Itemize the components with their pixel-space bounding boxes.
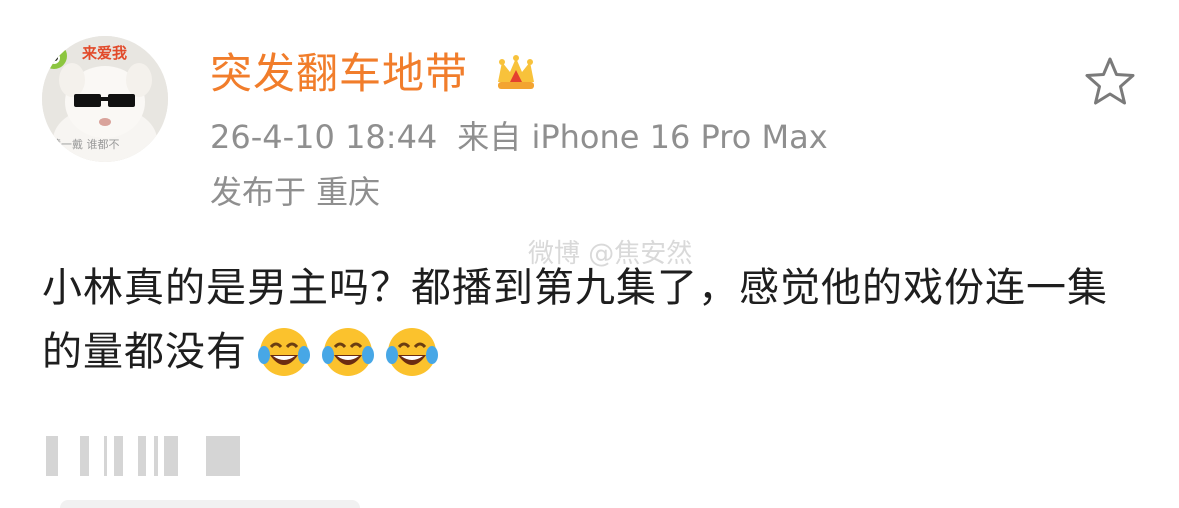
post-source: 来自 iPhone 16 Pro Max — [457, 118, 828, 156]
post-content: 小林真的是男主吗？都播到第九集了，感觉他的戏份连一集的量都没有 — [42, 256, 1142, 386]
redacted-bar — [114, 436, 123, 476]
username[interactable]: 突发翻车地带 — [210, 48, 468, 100]
svg-text:镜一戴 谁都不: 镜一戴 谁都不 — [50, 137, 120, 151]
redacted-bar — [80, 436, 89, 476]
post-timestamp: 26-4-10 18:44 — [210, 118, 438, 156]
redacted-bar — [154, 436, 158, 476]
star-icon[interactable] — [1082, 54, 1138, 110]
laughing-tears-icon — [258, 328, 310, 376]
redacted-image-strip — [40, 436, 240, 476]
weibo-post-card: 来爱我 镜一戴 谁都不 突发翻车地带 26-4-10 18:44 来自 iPhon… — [0, 0, 1179, 508]
redacted-bar — [104, 436, 107, 476]
post-text: 小林真的是男主吗？都播到第九集了，感觉他的戏份连一集的量都没有 — [42, 265, 1108, 375]
emoji-row — [247, 322, 439, 386]
redacted-bar — [206, 436, 240, 476]
redacted-bar — [138, 436, 146, 476]
laughing-tears-icon — [322, 328, 374, 376]
next-section-edge — [60, 500, 360, 508]
laughing-tears-icon — [386, 328, 438, 376]
crown-icon — [498, 55, 534, 89]
post-location: 发布于 重庆 — [210, 173, 381, 211]
avatar[interactable]: 来爱我 镜一戴 谁都不 — [42, 36, 168, 162]
svg-text:来爱我: 来爱我 — [81, 44, 127, 62]
redacted-bar — [164, 436, 178, 476]
redacted-bar — [46, 436, 58, 476]
avatar-image: 来爱我 镜一戴 谁都不 — [42, 36, 168, 162]
post-meta: 26-4-10 18:44 来自 iPhone 16 Pro Max — [210, 117, 828, 157]
